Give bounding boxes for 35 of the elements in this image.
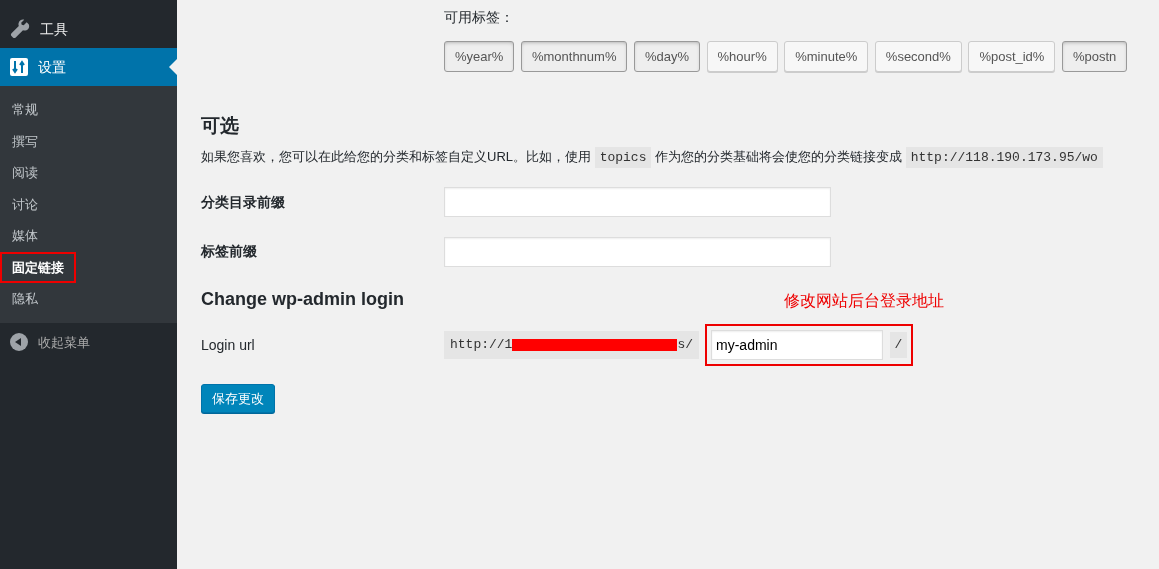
- field-label: 分类目录前缀: [201, 192, 286, 212]
- tag-button[interactable]: %hour%: [706, 40, 778, 72]
- tag-button[interactable]: %postn: [1061, 40, 1128, 72]
- tag-button[interactable]: %second%: [874, 40, 962, 72]
- collapse-icon: [10, 333, 28, 352]
- submenu-item[interactable]: 常规: [0, 94, 50, 126]
- url-suffix: /: [889, 332, 908, 358]
- submenu-item[interactable]: 媒体: [0, 220, 50, 252]
- sliders-icon: [10, 58, 28, 76]
- tag-button[interactable]: %minute%: [784, 40, 869, 72]
- section-heading: Change wp-admin login: [201, 288, 405, 311]
- field-label: Login url: [201, 335, 256, 355]
- submenu-item[interactable]: 固定链接: [0, 251, 76, 283]
- tag-button[interactable]: %day%: [633, 40, 701, 72]
- wrench-icon: [10, 19, 30, 39]
- submenu-item[interactable]: 阅读: [0, 157, 50, 189]
- tag-button[interactable]: %monthnum%: [520, 40, 628, 72]
- url-prefix: http://1 s/: [444, 331, 700, 359]
- submenu-item[interactable]: 隐私: [0, 283, 50, 315]
- tag-button[interactable]: %year%: [444, 40, 515, 72]
- menu-item[interactable]: 工具: [0, 10, 177, 48]
- login-field[interactable]: my-admin: [711, 330, 884, 360]
- annotation-text: 修改网站后台登录地址: [784, 291, 944, 311]
- text-field[interactable]: [444, 187, 831, 217]
- text-field[interactable]: [444, 236, 831, 267]
- submenu-item[interactable]: 讨论: [0, 188, 50, 220]
- tags-label: 可用标签：: [444, 7, 515, 27]
- field-label: 标签前缀: [201, 242, 258, 261]
- save-button[interactable]: 保存更改: [201, 383, 275, 413]
- collapse-menu-button[interactable]: 收起菜单: [0, 322, 177, 362]
- intro-paragraph: 如果您喜欢，您可以在此给您的分类和标签自定义URL。比如，使用 topics 作为您的分类基础将会使您的分类链接变成 http://118.190.173.95/wo: [201, 147, 1159, 168]
- section-heading: 可选: [201, 114, 240, 138]
- tag-button[interactable]: %post_id%: [968, 40, 1056, 72]
- menu-item[interactable]: 设置: [0, 48, 177, 86]
- submenu-item[interactable]: 撰写: [0, 125, 50, 157]
